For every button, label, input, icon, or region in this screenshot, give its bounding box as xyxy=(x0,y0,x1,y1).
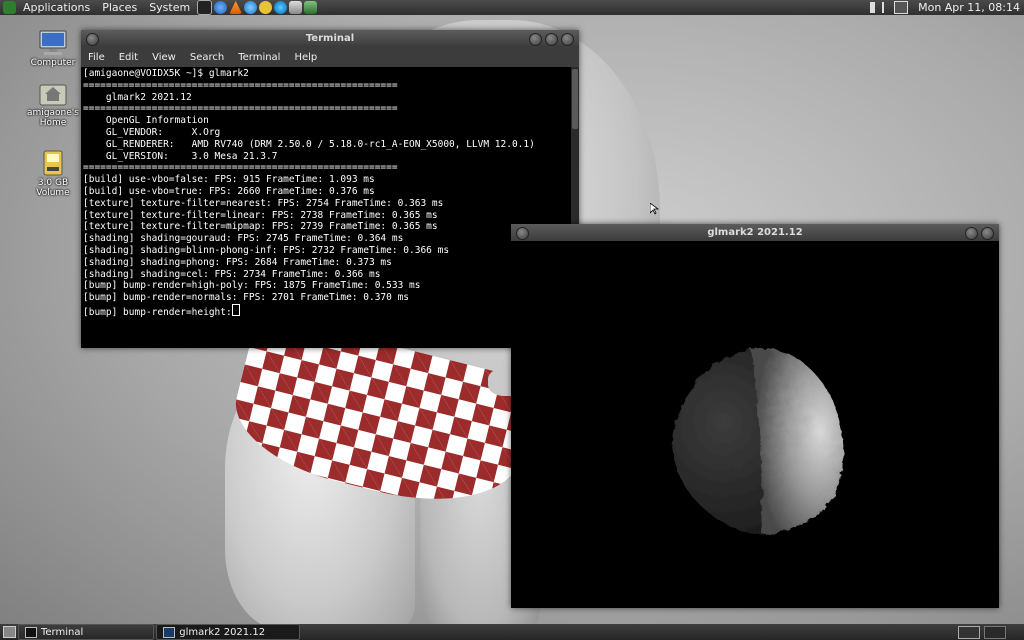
desktop-icon-home[interactable]: amigaone's Home xyxy=(23,80,83,128)
top-panel: Applications Places System Mon Apr 11, 0… xyxy=(0,0,1024,15)
settings-launcher-icon[interactable] xyxy=(289,1,303,14)
menu-help[interactable]: Help xyxy=(287,52,324,63)
rendered-rock-model xyxy=(672,348,844,535)
menu-view[interactable]: View xyxy=(145,52,183,63)
terminal-line: [shading] shading=gouraud: FPS: 2745 Fra… xyxy=(83,233,404,245)
taskbar-item-terminal[interactable]: Terminal xyxy=(18,624,155,640)
desktop-icon-label: Computer xyxy=(30,58,76,68)
minimize-icon[interactable] xyxy=(529,33,542,46)
desktop-icon-label: amigaone's Home xyxy=(27,108,79,128)
text-cursor xyxy=(231,303,240,316)
terminal-icon xyxy=(25,626,37,638)
terminal-line: GL_VERSION: 3.0 Mesa 21.3.7 xyxy=(83,150,278,162)
menu-system[interactable]: System xyxy=(143,1,196,14)
glmark2-window[interactable]: glmark2 2021.12 xyxy=(511,224,999,608)
app-launcher-icon[interactable] xyxy=(274,1,288,14)
terminal-line: ========================================… xyxy=(83,162,398,174)
terminal-line: GL_RENDERER: AMD RV740 (DRM 2.50.0 / 5.1… xyxy=(83,138,535,150)
bottom-taskbar: Terminal glmark2 2021.12 xyxy=(0,624,1024,640)
mouse-pointer-icon xyxy=(650,203,659,215)
image-viewer-launcher-icon[interactable] xyxy=(304,1,318,14)
terminal-line: ========================================… xyxy=(83,103,398,115)
distro-logo-icon[interactable] xyxy=(3,1,16,14)
terminal-line: [texture] texture-filter=linear: FPS: 27… xyxy=(83,209,438,221)
terminal-line: [build] use-vbo=true: FPS: 2660 FrameTim… xyxy=(83,185,375,197)
network-launcher-icon[interactable] xyxy=(244,1,258,14)
menu-places[interactable]: Places xyxy=(96,1,143,14)
terminal-line: [amigaone@VOIDX5K ~]$ glmark2 xyxy=(83,68,249,79)
show-desktop-icon[interactable] xyxy=(3,626,16,638)
terminal-line: ========================================… xyxy=(83,79,398,91)
window-menu-icon[interactable] xyxy=(516,227,529,240)
glmark2-title: glmark2 2021.12 xyxy=(707,227,803,238)
terminal-menubar: File Edit View Search Terminal Help xyxy=(81,47,579,67)
vlc-launcher-icon[interactable] xyxy=(229,1,243,14)
minimize-icon[interactable] xyxy=(965,227,978,240)
volume-icon[interactable] xyxy=(870,2,885,13)
desktop-icon-label: 3.0 GB Volume xyxy=(36,178,70,198)
terminal-launcher-icon[interactable] xyxy=(197,0,213,15)
close-icon[interactable] xyxy=(981,227,994,240)
window-icon xyxy=(163,626,176,638)
terminal-line: [texture] texture-filter=mipmap: FPS: 27… xyxy=(83,221,438,233)
close-icon[interactable] xyxy=(561,33,574,46)
terminal-line: GL_VENDOR: X.Org xyxy=(83,126,221,138)
terminal-line: [bump] bump-render=high-poly: FPS: 1875 … xyxy=(83,280,421,292)
web-browser-launcher-icon[interactable] xyxy=(214,1,228,14)
terminal-title: Terminal xyxy=(305,33,355,44)
home-folder-icon xyxy=(38,80,68,106)
terminal-line: OpenGL Information xyxy=(83,115,209,127)
terminal-line: [shading] shading=blinn-phong-inf: FPS: … xyxy=(83,244,450,256)
workspace-switcher[interactable] xyxy=(958,626,980,639)
terminal-line: [texture] texture-filter=nearest: FPS: 2… xyxy=(83,197,444,209)
clock[interactable]: Mon Apr 11, 08:14 xyxy=(918,1,1020,14)
workspace-switcher-2[interactable] xyxy=(984,626,1006,639)
terminal-line: glmark2 2021.12 xyxy=(83,91,192,103)
desktop-icon-volume[interactable]: 3.0 GB Volume xyxy=(23,150,83,198)
glmark2-titlebar[interactable]: glmark2 2021.12 xyxy=(511,224,999,241)
menu-edit[interactable]: Edit xyxy=(112,52,145,63)
taskbar-item-label: glmark2 2021.12 xyxy=(179,626,266,638)
menu-terminal[interactable]: Terminal xyxy=(231,52,287,63)
terminal-line: [build] use-vbo=false: FPS: 915 FrameTim… xyxy=(83,174,375,186)
terminal-output[interactable]: [amigaone@VOIDX5K ~]$ glmark2 ===========… xyxy=(81,67,571,348)
taskbar-item-label: Terminal xyxy=(41,626,84,638)
window-menu-icon[interactable] xyxy=(86,33,99,46)
terminal-titlebar[interactable]: Terminal xyxy=(81,30,579,47)
terminal-prompt-line: [bump] bump-render=height: xyxy=(83,303,569,319)
computer-icon xyxy=(38,30,68,56)
taskbar-item-glmark2[interactable]: glmark2 2021.12 xyxy=(156,624,301,640)
terminal-line: [shading] shading=cel: FPS: 2734 FrameTi… xyxy=(83,268,381,280)
menu-file[interactable]: File xyxy=(81,52,112,63)
media-launcher-icon[interactable] xyxy=(259,1,273,14)
terminal-prompt-text: [bump] bump-render=height: xyxy=(83,306,232,318)
drive-icon xyxy=(38,150,68,176)
desktop-icon-computer[interactable]: Computer xyxy=(23,30,83,68)
terminal-line: [bump] bump-render=normals: FPS: 2701 Fr… xyxy=(83,292,410,304)
network-status-icon[interactable] xyxy=(894,1,909,14)
render-viewport xyxy=(511,241,999,608)
menu-applications[interactable]: Applications xyxy=(17,1,96,14)
terminal-line: [shading] shading=phong: FPS: 2684 Frame… xyxy=(83,256,392,268)
maximize-icon[interactable] xyxy=(545,33,558,46)
menu-search[interactable]: Search xyxy=(183,52,231,63)
scrollbar-thumb[interactable] xyxy=(572,69,578,129)
terminal-window[interactable]: Terminal File Edit View Search Terminal … xyxy=(81,30,579,348)
